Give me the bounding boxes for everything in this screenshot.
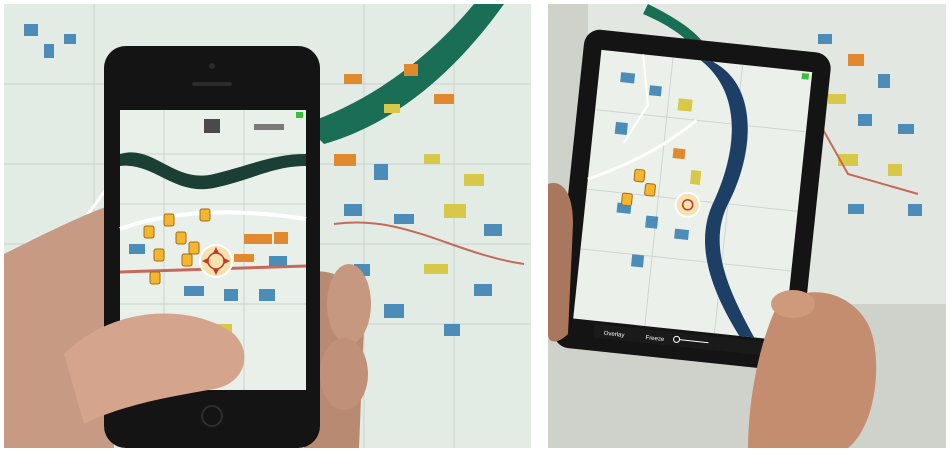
phone-speaker	[192, 82, 232, 86]
right-photo-tablet-ar: Overlay Freeze	[548, 4, 946, 448]
phone-camera	[209, 63, 215, 69]
left-photo-phone-ar	[4, 4, 531, 448]
tablet-photo-illustration: Overlay Freeze	[548, 4, 946, 448]
tablet-status-indicator	[801, 73, 810, 80]
phone-status-indicator	[296, 112, 303, 118]
phone-photo-illustration	[4, 4, 531, 448]
phone-compass-widget[interactable]	[199, 244, 233, 278]
